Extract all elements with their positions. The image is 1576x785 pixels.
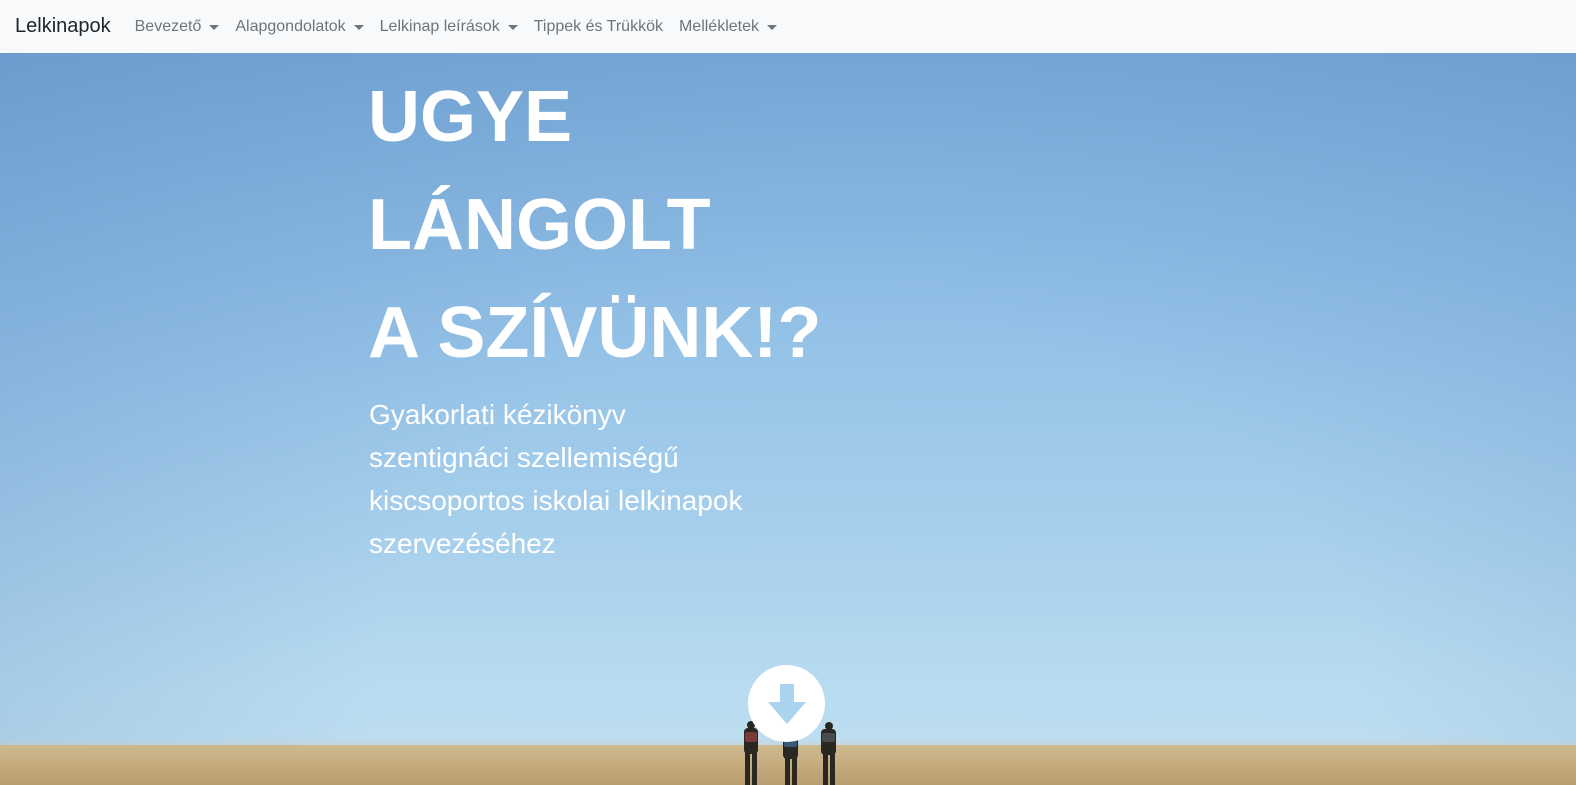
nav-item-label: Lelkinap leírások — [379, 17, 500, 35]
hero-subtitle-line: szentignáci szellemiségű — [369, 442, 679, 473]
nav-item-tippek-es-trukkok[interactable]: Tippek és Trükkök — [534, 18, 663, 36]
hero-subtitle-line: Gyakorlati kézikönyv — [369, 399, 626, 430]
hero-subtitle-line: kiscsoportos iskolai lelkinapok — [369, 485, 743, 516]
scroll-down-button[interactable] — [748, 665, 825, 742]
nav-item-alapgondolatok[interactable]: Alapgondolatok — [235, 17, 364, 36]
nav-item-label: Mellékletek — [678, 17, 759, 35]
nav-item-label: Alapgondolatok — [235, 17, 346, 35]
caret-down-icon — [209, 24, 220, 30]
nav-item-label: Tippek és Trükkök — [533, 17, 663, 35]
arrow-down-icon — [767, 683, 806, 724]
caret-down-icon — [507, 24, 518, 30]
caret-down-icon — [767, 24, 777, 30]
hero-title: UGYE LÁNGOLT A SZÍVÜNK!? — [368, 63, 821, 387]
navbar: Lelkinapok Bevezető Alapgondolatok Lelki… — [0, 0, 1576, 53]
nav-menu: Bevezető Alapgondolatok Lelkinap leíráso… — [135, 18, 793, 36]
nav-item-lelkinap-leirasok[interactable]: Lelkinap leírások — [380, 18, 518, 36]
nav-item-label: Bevezető — [134, 17, 202, 35]
nav-item-mellekletek[interactable]: Mellékletek — [679, 18, 777, 36]
caret-down-icon — [353, 24, 364, 30]
brand-link[interactable]: Lelkinapok — [15, 15, 111, 38]
hero-title-line: A SZÍVÜNK!? — [368, 293, 822, 373]
hero-subtitle-line: szervezéséhez — [369, 528, 556, 559]
hero-section: UGYE LÁNGOLT A SZÍVÜNK!? Gyakorlati kézi… — [0, 53, 1576, 785]
nav-item-bevezeto[interactable]: Bevezető — [135, 18, 220, 36]
hero-title-line: UGYE — [368, 77, 573, 157]
hero-subtitle: Gyakorlati kézikönyv szentignáci szellem… — [369, 393, 743, 565]
hero-title-line: LÁNGOLT — [368, 185, 711, 265]
